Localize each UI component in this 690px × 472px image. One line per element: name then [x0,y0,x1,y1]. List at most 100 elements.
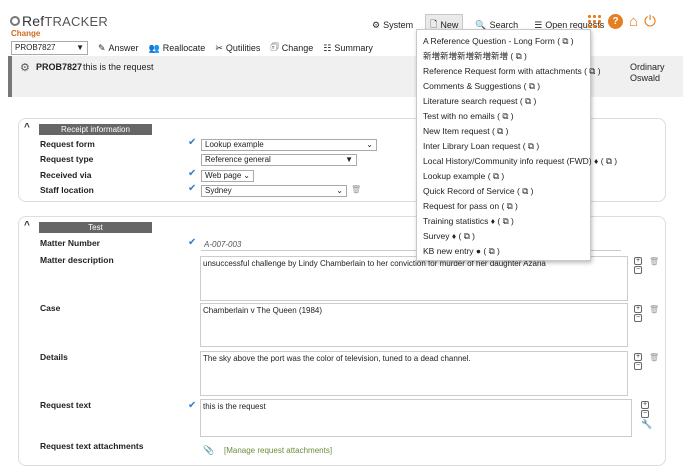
new-menu-item-label: Lookup example [423,171,486,181]
logo-tracker-text: TRACKER [44,13,108,29]
expand-plus-icon[interactable]: + [634,305,642,313]
collapse-minus-icon[interactable]: − [634,362,642,370]
tools-icon: ✂ [215,42,223,53]
new-menu-item[interactable]: Lookup example ( ⧉ ) [417,169,590,184]
new-menu-item[interactable]: Local History/Community info request (FW… [417,154,617,169]
chevron-down-icon: ▼ [345,155,353,164]
settings-gear-icon[interactable]: ⚙ [20,61,30,74]
new-menu-item[interactable]: Request for pass on ( ⧉ ) [417,199,590,214]
matter-number-label: Matter Number [40,238,100,248]
reallocate-button[interactable]: 👥 Reallocate [149,43,206,54]
matter-description-textarea[interactable]: unsuccessful challenge by Lindy Chamberl… [200,256,628,301]
new-menu-item-label: Quick Record of Service [423,186,515,196]
trash-icon[interactable]: 🗑 [649,257,659,266]
apps-grid-icon[interactable] [588,14,602,29]
collapse-minus-icon[interactable]: − [641,410,649,418]
new-menu-item-label: Training statistics ♦ [423,216,496,226]
open-window-icon[interactable]: ( ⧉ ) [456,231,475,241]
details-textarea[interactable]: The sky above the port was the color of … [200,351,628,396]
user-first-name: Ordinary [630,62,665,72]
collapse-minus-icon[interactable]: − [634,314,642,322]
open-window-icon[interactable]: ( ⧉ ) [508,51,526,61]
new-menu-item[interactable]: KB new entry ● ( ⧉ ) [417,244,590,259]
collapse-chevron-icon[interactable]: ^ [24,220,30,231]
summary-button[interactable]: ☷ Summary [323,43,373,54]
received-via-label: Received via [40,170,92,180]
open-window-icon[interactable]: ( ⧉ ) [598,156,617,166]
logout-power-icon[interactable]: ⏻ [644,14,656,29]
summary-icon: ☷ [323,42,332,53]
test-panel-title: Test [39,222,152,233]
new-menu-item[interactable]: Quick Record of Service ( ⧉ ) [417,184,590,199]
new-menu-item[interactable]: New Item request ( ⧉ ) [417,124,590,139]
trash-icon[interactable]: 🗑 [649,353,659,362]
chevron-down-icon: ⌄ [243,171,250,180]
open-window-icon[interactable]: ( ⧉ ) [582,66,600,76]
open-window-icon[interactable]: ( ⧉ ) [555,36,573,46]
request-title: this is the request [83,62,154,72]
expand-plus-icon[interactable]: + [634,353,642,361]
open-window-icon[interactable]: ( ⧉ ) [520,141,539,151]
new-menu-item[interactable]: A Reference Question - Long Form ( ⧉ ) [417,34,590,49]
new-menu-item-label: KB new entry ● [423,246,482,256]
chevron-down-icon: ⌄ [366,140,373,149]
manage-attachments-link[interactable]: [Manage request attachments] [224,446,332,455]
new-menu-item[interactable]: Literature search request ( ⧉ ) [417,94,590,109]
new-menu-item-label: Reference Request form with attachments [423,66,582,76]
new-menu-item[interactable]: 新増新増新増新増新増 ( ⧉ ) [417,49,590,64]
open-window-icon[interactable]: ( ⧉ ) [485,171,504,181]
summary-label: Summary [334,43,373,53]
logo-ref-text: Ref [22,13,45,29]
collapse-minus-icon[interactable]: − [634,266,642,274]
received-via-select[interactable]: Web page ⌄ [201,170,254,182]
request-form-value: Lookup example [205,140,264,149]
expand-plus-icon[interactable]: + [634,257,642,265]
open-window-icon[interactable]: ( ⧉ ) [481,246,499,256]
new-menu-item[interactable]: Test with no emails ( ⧉ ) [417,109,590,124]
new-menu-item[interactable]: Inter Library Loan request ( ⧉ ) [417,139,590,154]
details-label: Details [40,352,68,362]
new-menu-item-label: Inter Library Loan request [423,141,521,151]
new-menu-item[interactable]: Reference Request form with attachments … [417,64,601,79]
case-textarea[interactable]: Chamberlain v The Queen (1984) [200,303,628,347]
request-text-textarea[interactable]: this is the request [200,399,632,437]
nav-system[interactable]: ⚙ System [368,18,417,33]
new-menu-item[interactable]: Survey ♦ ( ⧉ ) [417,229,590,244]
staff-location-select[interactable]: Sydney ⌄ [201,185,347,197]
qutilities-button[interactable]: ✂ Qutilities [215,43,260,54]
qutilities-label: Qutilities [225,43,261,53]
request-form-select[interactable]: Lookup example ⌄ [201,139,377,151]
users-icon: 👥 [148,42,160,53]
receipt-panel-title: Receipt information [39,124,152,135]
open-window-icon[interactable]: ( ⧉ ) [490,126,508,136]
trash-icon[interactable]: 🗑 [649,305,659,314]
request-type-select[interactable]: Reference general ▼ [201,154,357,166]
checkmark-icon: ✔ [188,400,197,411]
new-menu-item-label: New Item request [423,126,490,136]
open-window-icon[interactable]: ( ⧉ ) [495,216,513,226]
new-menu-item-label: Request for pass on [423,201,500,211]
nav-system-label: System [383,20,414,30]
new-menu-item-label: 新増新増新増新増新増 [423,51,509,61]
trash-icon[interactable]: 🗑 [351,185,361,194]
new-menu-item[interactable]: Comments & Suggestions ( ⧉ ) [417,79,590,94]
help-icon[interactable]: ? [608,14,623,29]
logo-ring-icon [10,16,20,26]
open-window-icon[interactable]: ( ⧉ ) [518,96,536,106]
app-logo: Ref TRACKER [10,13,108,29]
new-request-dropdown: A Reference Question - Long Form ( ⧉ ) 新増… [416,29,617,261]
change-button[interactable]: 🗊 Change [270,40,313,56]
open-window-icon[interactable]: ( ⧉ ) [499,201,517,211]
answer-button[interactable]: ✎ Answer [98,43,139,54]
collapse-chevron-icon[interactable]: ^ [24,122,30,133]
open-window-icon[interactable]: ( ⧉ ) [515,186,533,196]
edit-icon: ✎ [98,42,106,53]
wrench-icon[interactable]: 🔧 [641,419,652,430]
home-icon[interactable]: ⌂ [629,14,638,29]
problem-select[interactable]: PROB7827 ▼ [11,41,88,55]
staff-location-value: Sydney [205,186,232,195]
open-window-icon[interactable]: ( ⧉ ) [495,111,513,121]
expand-plus-icon[interactable]: + [641,401,649,409]
new-menu-item[interactable]: Training statistics ♦ ( ⧉ ) [417,214,590,229]
open-window-icon[interactable]: ( ⧉ ) [521,81,540,91]
